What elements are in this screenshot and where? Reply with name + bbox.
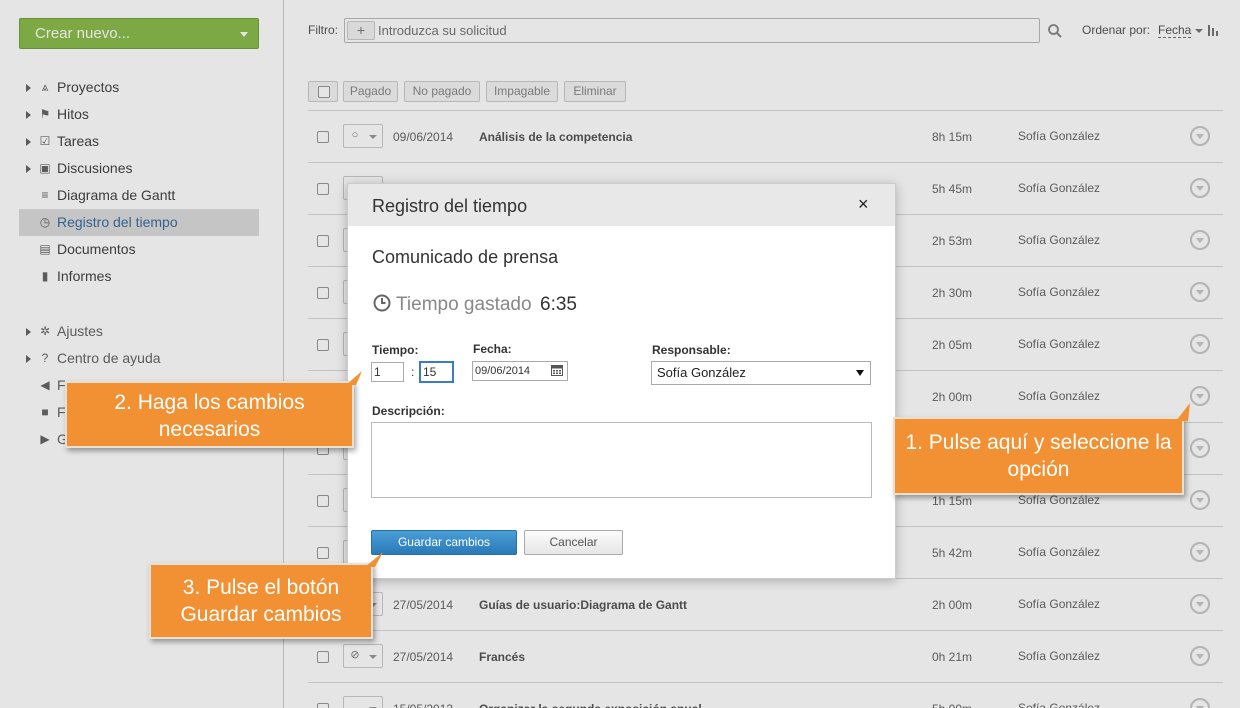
callout-step-1: 1. Pulse aquí y seleccione la opción [893, 403, 1190, 495]
close-icon[interactable]: × [858, 194, 869, 215]
responsible-value: Sofía González [657, 365, 746, 380]
time-spent-label: Tiempo gastado [396, 294, 532, 315]
time-separator: : [411, 365, 415, 379]
callout-pointer [1176, 403, 1190, 421]
callout-step-2: 2. Haga los cambios necesarios [65, 371, 362, 448]
hours-input[interactable] [371, 362, 404, 382]
callout-step-2-text: 2. Haga los cambios necesarios [114, 391, 305, 441]
callout-step-3: 3. Pulse el botón Guardar cambios [149, 552, 383, 639]
cancel-button[interactable]: Cancelar [524, 530, 623, 555]
date-label: Fecha: [473, 342, 512, 356]
calendar-icon[interactable] [551, 364, 563, 376]
callout-step-1-text: 1. Pulse aquí y seleccione la opción [905, 431, 1172, 481]
time-entry-dialog: Registro del tiempo × Comunicado de pren… [347, 183, 896, 579]
time-spent-value: 6:35 [540, 294, 577, 315]
responsible-select[interactable]: Sofía González [651, 361, 871, 385]
minutes-input[interactable] [420, 362, 453, 382]
callout-pointer [365, 552, 383, 567]
clock-icon [373, 294, 391, 312]
responsible-label: Responsable: [652, 343, 731, 357]
callout-pointer [346, 371, 362, 385]
dialog-header: Registro del tiempo × [348, 184, 895, 226]
callout-step-3-text: 3. Pulse el botón Guardar cambios [180, 576, 342, 626]
time-label: Tiempo: [372, 343, 419, 357]
task-subject: Comunicado de prensa [372, 247, 559, 267]
description-label: Descripción: [372, 404, 445, 418]
chevron-down-icon[interactable] [856, 370, 864, 376]
save-changes-button[interactable]: Guardar cambios [371, 530, 517, 555]
dialog-title: Registro del tiempo [372, 196, 528, 216]
description-textarea[interactable] [371, 422, 872, 498]
